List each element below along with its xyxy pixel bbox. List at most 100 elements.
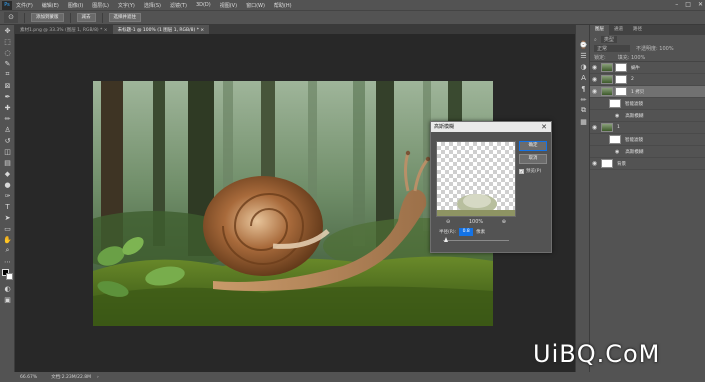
filter-visibility-icon[interactable]: ◉ <box>615 149 619 155</box>
brush-tool-icon[interactable]: ✏ <box>0 113 15 124</box>
marquee-tool-icon[interactable]: ⬚ <box>0 36 15 47</box>
opacity-field[interactable]: 不透明度: 100% <box>636 45 674 52</box>
menu-edit[interactable]: 编辑(E) <box>42 2 59 9</box>
menu-window[interactable]: 窗口(W) <box>246 2 265 9</box>
move-tool-icon[interactable]: ✥ <box>0 25 15 36</box>
menu-select[interactable]: 选择(S) <box>144 2 161 9</box>
color-swatches-icon[interactable] <box>0 267 15 283</box>
layer-row[interactable]: ◉ 高斯模糊 <box>590 146 705 158</box>
cancel-button[interactable]: 取消 <box>519 154 547 164</box>
properties-icon[interactable]: ☰ <box>576 50 591 61</box>
character-icon[interactable]: A <box>576 72 591 83</box>
layer-row[interactable]: ◉ 1 <box>590 122 705 134</box>
layer-row[interactable]: 智能滤镜 <box>590 98 705 110</box>
tab-document-1[interactable]: 素材1.png @ 33.3% (图层 1, RGB/8) * × <box>15 25 113 34</box>
menu-file[interactable]: 文件(F) <box>16 2 33 9</box>
layer-mask-thumbnail[interactable] <box>615 63 627 72</box>
tab-layers[interactable]: 图层 <box>590 25 609 35</box>
tab-channels[interactable]: 通道 <box>609 25 628 35</box>
zoom-percentage[interactable]: 66.67% <box>20 375 37 380</box>
adjustments-icon[interactable]: ◑ <box>576 61 591 72</box>
background-color-swatch[interactable] <box>6 273 13 280</box>
brushes-icon[interactable]: ✏ <box>576 94 591 105</box>
healing-brush-tool-icon[interactable]: ✚ <box>0 102 15 113</box>
radius-slider-thumb[interactable] <box>443 237 448 242</box>
shape-tool-icon[interactable]: ▭ <box>0 223 15 234</box>
menu-layer[interactable]: 图层(L) <box>92 2 109 9</box>
subtract-button[interactable]: 减去 <box>76 13 96 22</box>
menu-help[interactable]: 帮助(H) <box>274 2 292 9</box>
radius-input[interactable]: 0.8 <box>459 228 474 236</box>
hand-tool-icon[interactable]: ✋ <box>0 234 15 245</box>
gradient-tool-icon[interactable]: ▤ <box>0 157 15 168</box>
ok-button[interactable]: 确定 <box>519 141 547 151</box>
status-menu-arrow[interactable]: › <box>97 375 99 380</box>
maximize-button[interactable]: □ <box>685 1 691 8</box>
eyedropper-tool-icon[interactable]: ✒ <box>0 91 15 102</box>
layer-row[interactable]: ◉ 2 <box>590 74 705 86</box>
menu-3d[interactable]: 3D(D) <box>196 2 211 8</box>
blend-mode-select[interactable]: 正常 <box>594 45 630 52</box>
close-window-button[interactable]: ✕ <box>698 1 703 8</box>
eraser-tool-icon[interactable]: ◫ <box>0 146 15 157</box>
dodge-tool-icon[interactable]: ● <box>0 179 15 190</box>
visibility-eye-icon[interactable]: ◉ <box>590 124 599 131</box>
fill-field[interactable]: 填充: 100% <box>618 54 646 61</box>
layer-mask-thumbnail[interactable] <box>615 87 627 96</box>
frame-tool-icon[interactable]: ⊠ <box>0 80 15 91</box>
quick-select-tool-icon[interactable]: ✎ <box>0 58 15 69</box>
visibility-eye-icon[interactable]: ◉ <box>590 76 599 83</box>
brush-tool-preset-icon[interactable]: ⊙ <box>4 12 18 23</box>
path-select-tool-icon[interactable]: ➤ <box>0 212 15 223</box>
tab-document-2[interactable]: 未标题-1 @ 100% (1 图层 1, RGB/8) * × <box>112 25 210 34</box>
layer-row[interactable]: ◉ 1 拷贝 <box>590 86 705 98</box>
screen-mode-icon[interactable]: ▣ <box>0 294 15 305</box>
minimize-button[interactable]: – <box>675 1 678 8</box>
layer-name: 智能滤镜 <box>625 137 643 143</box>
history-brush-tool-icon[interactable]: ↺ <box>0 135 15 146</box>
history-icon[interactable]: ⌚ <box>576 39 591 50</box>
zoom-out-icon[interactable]: ⊖ <box>446 219 450 225</box>
layer-comps-icon[interactable]: ⧉ <box>576 105 591 116</box>
divider <box>69 12 71 23</box>
smart-filter-mask-thumbnail[interactable] <box>609 135 621 144</box>
zoom-in-icon[interactable]: ⊕ <box>502 219 506 225</box>
visibility-eye-icon[interactable]: ◉ <box>590 160 599 167</box>
quick-mask-icon[interactable]: ◐ <box>0 283 15 294</box>
layer-row[interactable]: 智能滤镜 <box>590 134 705 146</box>
menu-type[interactable]: 文字(Y) <box>118 2 135 9</box>
search-icon[interactable]: ⌕ <box>594 37 597 43</box>
tab-paths[interactable]: 路径 <box>628 25 647 35</box>
visibility-eye-icon[interactable]: ◉ <box>590 64 599 71</box>
pen-tool-icon[interactable]: ✑ <box>0 190 15 201</box>
swatches-icon[interactable]: ▦ <box>576 116 591 127</box>
menu-filter[interactable]: 滤镜(T) <box>170 2 187 9</box>
menu-image[interactable]: 图像(I) <box>68 2 83 9</box>
layer-kind-select[interactable]: 类型 <box>600 36 617 43</box>
crop-tool-icon[interactable]: ⌗ <box>0 69 15 80</box>
radius-slider-track[interactable] <box>443 240 509 241</box>
type-tool-icon[interactable]: T <box>0 201 15 212</box>
add-to-mask-button[interactable]: 添加到蒙版 <box>31 13 64 22</box>
zoom-tool-icon[interactable]: ⌕ <box>0 245 15 256</box>
layer-row[interactable]: ◉ 蜗牛 <box>590 62 705 74</box>
layer-row[interactable]: ◉ 高斯模糊 <box>590 110 705 122</box>
preview-checkbox[interactable]: ✓ <box>519 168 524 174</box>
dialog-titlebar[interactable]: 高斯模糊 ✕ <box>431 122 551 132</box>
lasso-tool-icon[interactable]: ◌ <box>0 47 15 58</box>
visibility-eye-icon[interactable]: ◉ <box>590 88 599 95</box>
paragraph-icon[interactable]: ¶ <box>576 83 591 94</box>
blur-preview-pane[interactable] <box>436 141 516 217</box>
clone-stamp-tool-icon[interactable]: ♙ <box>0 124 15 135</box>
more-tools-icon[interactable]: ⋯ <box>0 256 15 267</box>
layer-row[interactable]: ◉ 背景 <box>590 158 705 170</box>
smart-filter-mask-thumbnail[interactable] <box>609 99 621 108</box>
close-icon[interactable]: ✕ <box>541 122 547 132</box>
menu-view[interactable]: 视图(V) <box>220 2 237 9</box>
tools-panel: ✥ ⬚ ◌ ✎ ⌗ ⊠ ✒ ✚ ✏ ♙ ↺ ◫ ▤ ◆ ● ✑ T ➤ ▭ ✋ … <box>0 25 15 372</box>
filter-visibility-icon[interactable]: ◉ <box>615 113 619 119</box>
select-and-mask-button[interactable]: 选择并遮住 <box>108 13 141 22</box>
radius-row: 半径(R): 0.8 像素 <box>439 228 485 236</box>
layer-mask-thumbnail[interactable] <box>615 75 627 84</box>
blur-tool-icon[interactable]: ◆ <box>0 168 15 179</box>
